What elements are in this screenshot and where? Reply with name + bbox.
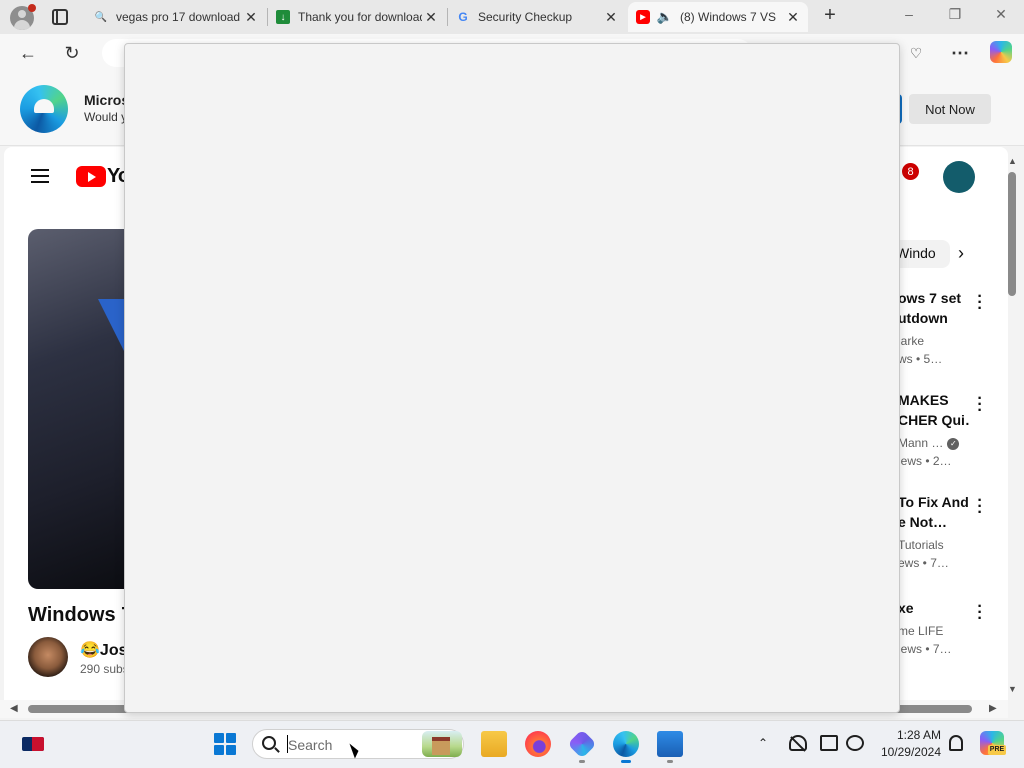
new-tab-button[interactable]: + bbox=[820, 5, 840, 26]
refresh-icon[interactable]: ↻ bbox=[60, 41, 84, 65]
scroll-right-arrow-icon[interactable]: ▶ bbox=[989, 703, 997, 714]
search-icon bbox=[262, 736, 276, 750]
restore-button[interactable]: ❐ bbox=[944, 6, 966, 26]
video-player[interactable] bbox=[28, 229, 126, 589]
close-window-button[interactable]: ✕ bbox=[990, 6, 1012, 26]
google-icon: G bbox=[458, 10, 468, 24]
scroll-left-arrow-icon[interactable]: ◀ bbox=[10, 703, 18, 714]
preview-badge: PRE bbox=[988, 745, 1006, 755]
close-tab-icon[interactable]: ✕ bbox=[422, 9, 440, 26]
mlb-widget-icon[interactable] bbox=[22, 737, 44, 751]
tab-title: Thank you for download bbox=[298, 10, 422, 24]
rec-title-line1[interactable]: MAKES bbox=[898, 390, 970, 410]
tab-strip: 🔍 vegas pro 17 download ✕ ↓ Thank you fo… bbox=[0, 0, 1024, 34]
tab-security-checkup[interactable]: G Security Checkup ✕ bbox=[448, 2, 626, 32]
network-disconnected-icon[interactable] bbox=[789, 735, 807, 751]
show-hidden-icons-chevron-icon[interactable]: ⌃ bbox=[758, 736, 768, 750]
start-button[interactable] bbox=[214, 733, 236, 755]
rec-views: iews • 2… bbox=[898, 454, 952, 468]
infobar-subtitle: Would y bbox=[84, 110, 128, 124]
rec-title-line1[interactable]: To Fix And bbox=[898, 492, 970, 512]
vertical-scrollbar-thumb[interactable] bbox=[1008, 172, 1016, 296]
download-site-icon: ↓ bbox=[276, 10, 290, 24]
channel-name[interactable]: 😂Jos bbox=[80, 640, 128, 660]
rec-channel: me LIFE bbox=[898, 624, 944, 638]
copilot-icon[interactable] bbox=[990, 41, 1012, 63]
search-highlight-image-icon[interactable] bbox=[422, 731, 462, 757]
more-options-icon[interactable]: · · · bbox=[972, 599, 988, 627]
more-options-icon[interactable]: · · · bbox=[972, 493, 988, 521]
tab-vegas-search[interactable]: 🔍 vegas pro 17 download ✕ bbox=[86, 2, 266, 32]
tab-title: (8) Windows 7 VS bbox=[680, 10, 777, 24]
browser-essentials-icon[interactable]: ♡ bbox=[904, 41, 928, 65]
notification-count-badge: 8 bbox=[902, 163, 919, 180]
file-explorer-icon[interactable] bbox=[481, 731, 507, 757]
youtube-logo-icon[interactable] bbox=[76, 166, 106, 187]
notification-bell-icon[interactable] bbox=[949, 735, 963, 751]
display-icon[interactable] bbox=[820, 735, 838, 751]
rec-title-line1[interactable]: ows 7 set bbox=[898, 288, 970, 308]
rec-channel: Mann … ✓ bbox=[898, 434, 968, 452]
rec-title-line2[interactable]: CHER Qui… bbox=[898, 410, 970, 430]
tab-actions-icon[interactable] bbox=[52, 9, 68, 25]
rec-views: iews • 7… bbox=[898, 642, 952, 656]
channel-avatar[interactable] bbox=[28, 637, 68, 677]
scroll-down-arrow-icon[interactable]: ▼ bbox=[1008, 684, 1017, 694]
more-options-icon[interactable]: · · · bbox=[972, 391, 988, 419]
clock-time[interactable]: 1:28 AM bbox=[879, 728, 941, 742]
rec-channel: Tutorials bbox=[898, 538, 944, 552]
profile-status-dot bbox=[28, 4, 36, 12]
close-tab-icon[interactable]: ✕ bbox=[784, 9, 802, 26]
more-menu-icon[interactable]: ⋯ bbox=[948, 41, 972, 65]
video-frame-content bbox=[98, 299, 126, 359]
speaker-icon[interactable]: 🔈 bbox=[657, 9, 673, 24]
account-avatar[interactable] bbox=[943, 161, 975, 193]
close-tab-icon[interactable]: ✕ bbox=[602, 9, 620, 26]
tab-thank-you[interactable]: ↓ Thank you for download ✕ bbox=[268, 2, 446, 32]
clock-date[interactable]: 10/29/2024 bbox=[879, 745, 941, 759]
rec-title-line2[interactable]: utdown bbox=[898, 308, 970, 328]
edge-icon[interactable] bbox=[613, 731, 639, 757]
rec-views: ews • 7… bbox=[898, 556, 949, 570]
running-indicator bbox=[667, 760, 673, 763]
rec-channel-name: Mann … bbox=[898, 436, 944, 450]
back-arrow-icon[interactable]: ← bbox=[16, 41, 40, 65]
search-placeholder: Search bbox=[288, 737, 333, 753]
search-icon: 🔍 bbox=[94, 11, 108, 23]
infobar-title: Micros bbox=[84, 92, 130, 108]
more-options-icon[interactable]: · · · bbox=[972, 289, 988, 317]
close-tab-icon[interactable]: ✕ bbox=[242, 9, 260, 26]
tab-title: vegas pro 17 download bbox=[116, 10, 241, 24]
verified-badge-icon: ✓ bbox=[947, 437, 960, 450]
rec-views: ws • 5… bbox=[898, 352, 943, 366]
rec-channel: larke bbox=[898, 334, 925, 348]
youtube-icon: ▶ bbox=[636, 10, 650, 24]
active-indicator bbox=[621, 760, 631, 763]
rec-title-line1[interactable]: xe bbox=[898, 598, 970, 618]
tab-title: Security Checkup bbox=[478, 10, 573, 24]
battery-status-icon[interactable] bbox=[846, 735, 864, 751]
menu-icon[interactable] bbox=[31, 169, 49, 183]
minimize-button[interactable]: – bbox=[898, 6, 920, 26]
remote-desktop-icon[interactable] bbox=[657, 731, 683, 757]
not-now-button[interactable]: Not Now bbox=[909, 94, 991, 124]
firefox-icon[interactable] bbox=[525, 731, 551, 757]
channel-subscribers: 290 subs bbox=[80, 662, 129, 676]
running-indicator bbox=[579, 760, 585, 763]
windows-taskbar bbox=[0, 720, 1024, 768]
tab-youtube-active[interactable]: ▶ 🔈 (8) Windows 7 VS ✕ bbox=[628, 2, 808, 32]
blank-overlay-window[interactable] bbox=[124, 43, 900, 713]
video-title: Windows 7 bbox=[28, 604, 133, 626]
edge-logo-icon bbox=[20, 85, 68, 133]
scroll-up-arrow-icon[interactable]: ▲ bbox=[1008, 156, 1017, 166]
chevron-right-icon[interactable]: › bbox=[958, 243, 964, 264]
rec-title-line2[interactable]: e Not… bbox=[898, 512, 970, 532]
